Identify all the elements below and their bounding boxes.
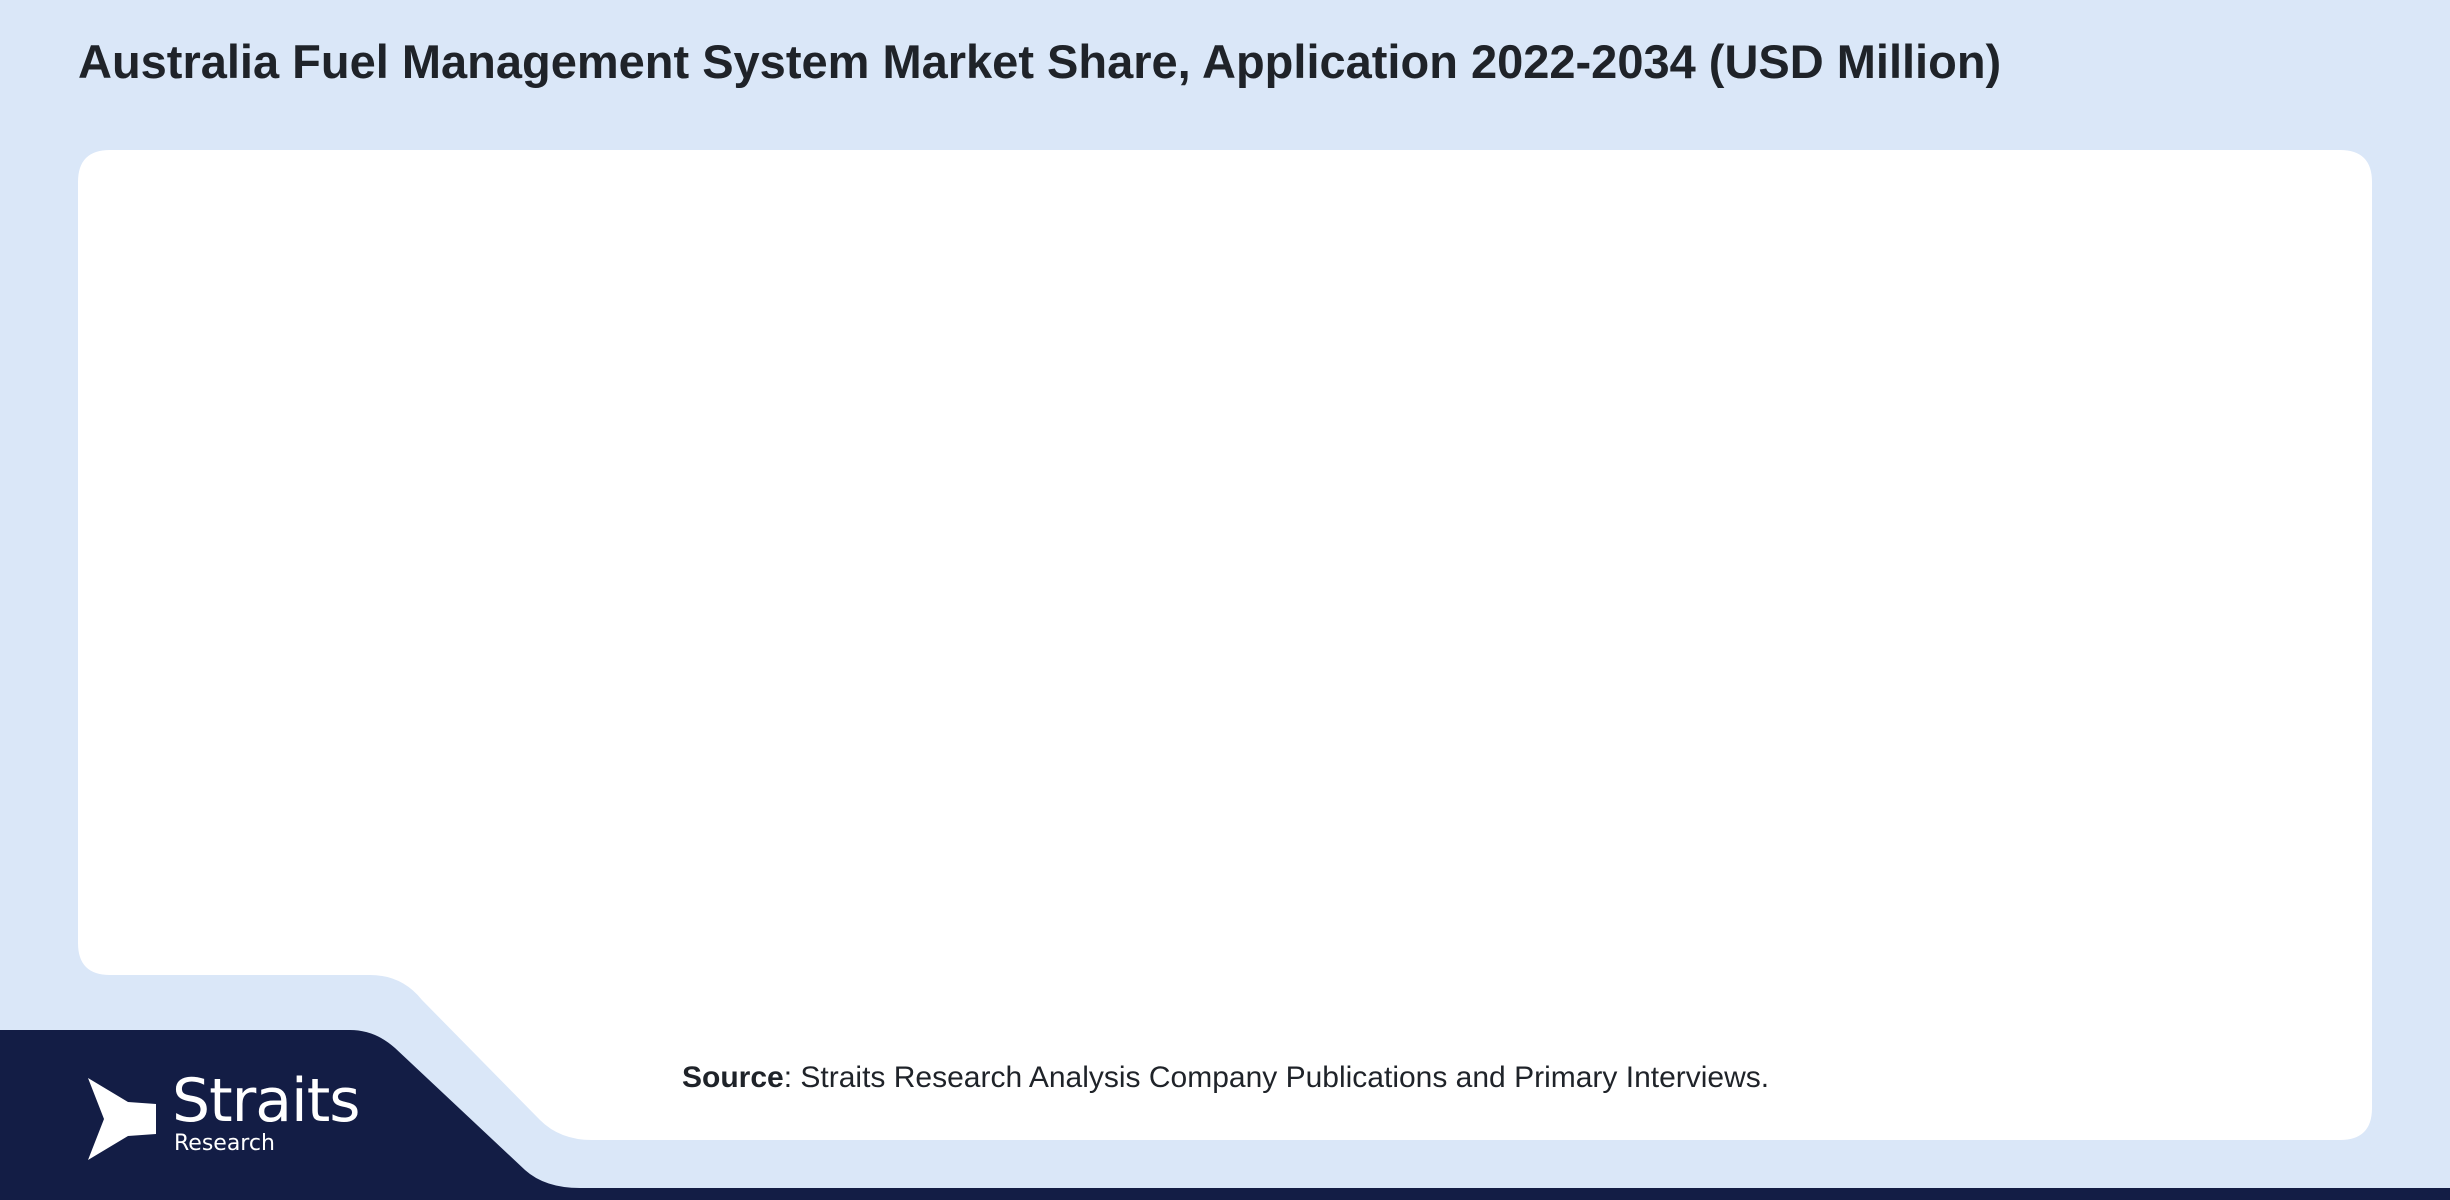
source-text: : Straits Research Analysis Company Publ… xyxy=(783,1061,1770,1094)
straits-research-logo: Straits Research xyxy=(84,1066,384,1170)
page-title: Australia Fuel Management System Market … xyxy=(78,35,2002,88)
logo-subtitle: Research xyxy=(174,1131,275,1156)
chart-plot-area xyxy=(80,150,2370,960)
logo-wordmark: Straits xyxy=(172,1066,361,1136)
source-line: Source: Straits Research Analysis Compan… xyxy=(682,1058,1769,1098)
source-label: Source xyxy=(682,1061,784,1094)
arrow-flag-icon xyxy=(88,1078,156,1160)
